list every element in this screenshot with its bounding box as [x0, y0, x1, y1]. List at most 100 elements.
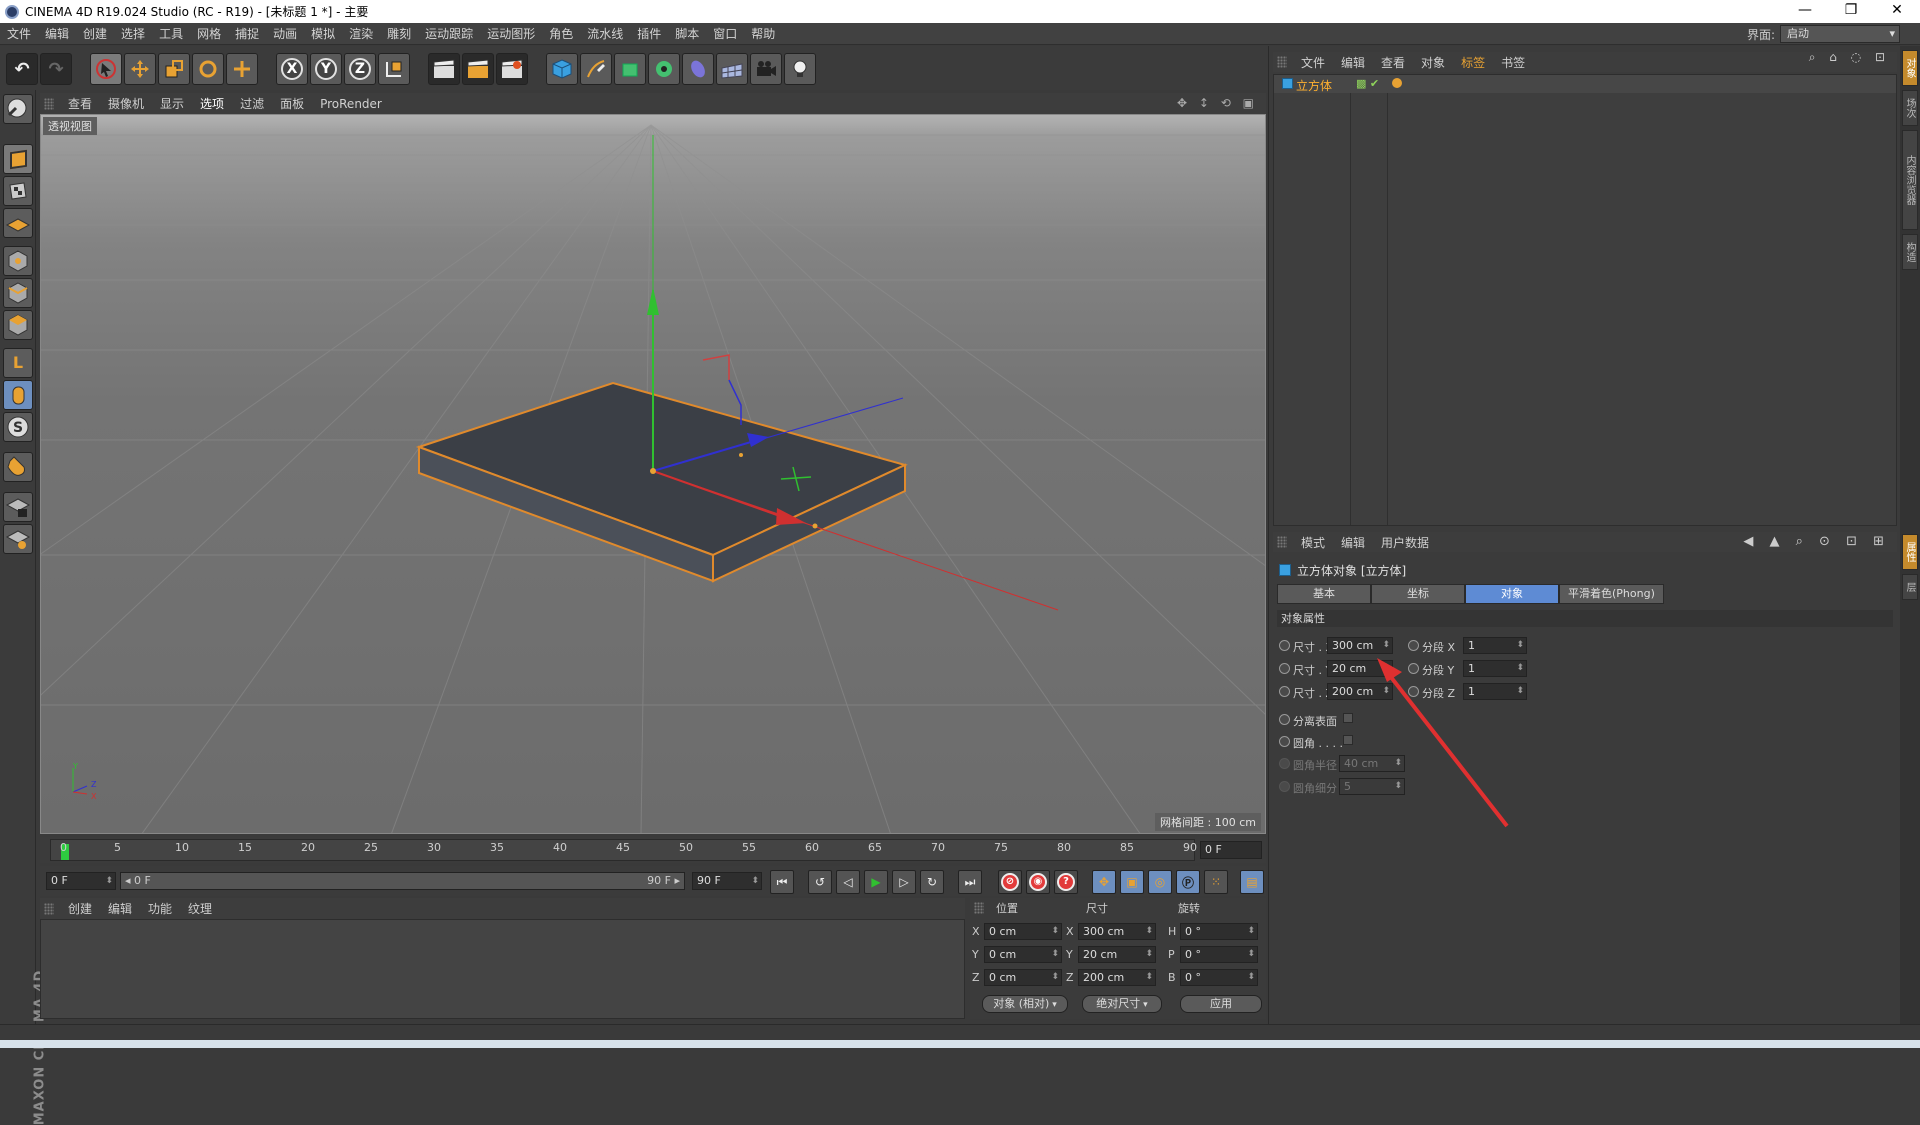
menu-plugins[interactable]: 插件: [630, 23, 668, 45]
object-row-cube[interactable]: 立方体 ▩ ✔: [1274, 75, 1896, 93]
position-z-field[interactable]: 0 cm: [984, 969, 1062, 986]
object-menu-file[interactable]: 文件: [1293, 54, 1333, 71]
side-tab-layers[interactable]: 层: [1902, 574, 1918, 600]
menu-pipeline[interactable]: 流水线: [580, 23, 630, 45]
apply-button[interactable]: 应用: [1180, 995, 1262, 1013]
tab-phong[interactable]: 平滑着色(Phong): [1559, 584, 1664, 604]
separate-surfaces-checkbox[interactable]: [1343, 713, 1353, 723]
floor-icon[interactable]: [716, 53, 748, 85]
menu-window[interactable]: 窗口: [706, 23, 744, 45]
side-tab-takes[interactable]: 场次: [1902, 90, 1918, 126]
side-tab-structure[interactable]: 构造: [1902, 234, 1918, 270]
object-visibility-toggles[interactable]: ▩ ✔: [1356, 77, 1379, 90]
menu-create[interactable]: 创建: [76, 23, 114, 45]
maximize-button[interactable]: ❐: [1828, 0, 1874, 23]
menu-mograph[interactable]: 运动图形: [480, 23, 542, 45]
viewport-menu-view[interactable]: 查看: [60, 95, 100, 112]
viewport-menu-prorender[interactable]: ProRender: [312, 97, 390, 111]
goto-end-button[interactable]: ⏭: [958, 870, 982, 894]
keyframe-selection-icon[interactable]: ?: [1054, 870, 1078, 894]
snap-icon[interactable]: S: [3, 412, 33, 442]
next-key-button[interactable]: ↻: [920, 870, 944, 894]
axis-z-lock-icon[interactable]: Z: [344, 53, 376, 85]
prev-key-button[interactable]: ↺: [808, 870, 832, 894]
attr-menu-edit[interactable]: 编辑: [1333, 534, 1373, 551]
panel-grip-icon[interactable]: [1277, 536, 1287, 548]
rotation-h-field[interactable]: 0 °: [1180, 923, 1258, 940]
live-selection-icon[interactable]: [90, 53, 122, 85]
panel-grip-icon[interactable]: [44, 97, 54, 110]
menu-select[interactable]: 选择: [114, 23, 152, 45]
model-mode-icon[interactable]: [3, 144, 33, 174]
workplane-axis-icon[interactable]: [3, 524, 33, 554]
cube-seg-z-field[interactable]: 1: [1463, 683, 1527, 700]
side-tab-content-browser[interactable]: 内容浏览器: [1902, 130, 1918, 230]
render-settings-icon[interactable]: [496, 53, 528, 85]
viewport-menu-options[interactable]: 选项: [192, 95, 232, 112]
key-pla-icon[interactable]: ⁙: [1204, 870, 1228, 894]
position-x-field[interactable]: 0 cm: [984, 923, 1062, 940]
menu-animate[interactable]: 动画: [266, 23, 304, 45]
magnet-icon[interactable]: [3, 452, 33, 482]
axis-y-lock-icon[interactable]: Y: [310, 53, 342, 85]
preview-range-slider[interactable]: ◂ 0 F 90 F ▸: [120, 872, 685, 890]
object-menu-bookmarks[interactable]: 书签: [1493, 54, 1533, 71]
menu-script[interactable]: 脚本: [668, 23, 706, 45]
rotation-p-field[interactable]: 0 °: [1180, 946, 1258, 963]
record-active-objects-icon[interactable]: ⊘: [998, 870, 1022, 894]
key-scale-icon[interactable]: ▣: [1120, 870, 1144, 894]
texture-mode-icon[interactable]: [3, 176, 33, 206]
size-mode-dropdown[interactable]: 绝对尺寸: [1082, 995, 1162, 1013]
layout-select[interactable]: 启动: [1780, 25, 1900, 43]
make-editable-icon[interactable]: [3, 94, 33, 124]
menu-tools[interactable]: 工具: [152, 23, 190, 45]
viewport-menu-cameras[interactable]: 摄像机: [100, 95, 152, 112]
start-frame-field[interactable]: 0 F: [46, 872, 116, 890]
fillet-checkbox[interactable]: [1343, 735, 1353, 745]
animate-fillet-radio[interactable]: [1279, 736, 1290, 747]
undo-icon[interactable]: ↶: [6, 53, 38, 85]
menu-file[interactable]: 文件: [0, 23, 38, 45]
position-y-field[interactable]: 0 cm: [984, 946, 1062, 963]
object-menu-view[interactable]: 查看: [1373, 54, 1413, 71]
animate-size-x-radio[interactable]: [1279, 640, 1290, 651]
axis-x-lock-icon[interactable]: X: [276, 53, 308, 85]
cube-size-x-field[interactable]: 300 cm: [1327, 637, 1393, 654]
cube-seg-x-field[interactable]: 1: [1463, 637, 1527, 654]
side-tab-objects[interactable]: 对象: [1902, 50, 1918, 86]
object-manager-toolbar-icons[interactable]: ⌕ ⌂ ◌ ⊡: [1809, 50, 1890, 65]
tweak-mode-icon[interactable]: [3, 380, 33, 410]
tab-object[interactable]: 对象: [1465, 584, 1559, 604]
timeline-ruler[interactable]: 0 5 10 15 20 25 30 35 40 45 50 55 60 65 …: [40, 837, 1266, 863]
size-z-field[interactable]: 200 cm: [1078, 969, 1156, 986]
prev-frame-button[interactable]: ◁: [836, 870, 860, 894]
render-view-icon[interactable]: [428, 53, 460, 85]
menu-help[interactable]: 帮助: [744, 23, 782, 45]
viewport-navigation-icons[interactable]: ✥ ↕ ⟲ ▣: [1177, 96, 1258, 110]
object-menu-objects[interactable]: 对象: [1413, 54, 1453, 71]
size-x-field[interactable]: 300 cm: [1078, 923, 1156, 940]
edges-mode-icon[interactable]: [3, 278, 33, 308]
enable-axis-icon[interactable]: L: [3, 348, 33, 378]
cloner-icon[interactable]: [648, 53, 680, 85]
animate-size-y-radio[interactable]: [1279, 663, 1290, 674]
material-menu-texture[interactable]: 纹理: [180, 900, 220, 917]
object-name[interactable]: 立方体: [1296, 77, 1332, 94]
viewport-menu-panel[interactable]: 面板: [272, 95, 312, 112]
scale-tool-icon[interactable]: [158, 53, 190, 85]
coordinate-system-icon[interactable]: [378, 53, 410, 85]
object-menu-tags[interactable]: 标签: [1453, 54, 1493, 71]
pen-spline-icon[interactable]: [580, 53, 612, 85]
close-button[interactable]: ✕: [1874, 0, 1920, 23]
panel-grip-icon[interactable]: [1277, 56, 1287, 68]
panel-grip-icon[interactable]: [974, 902, 984, 914]
cube-size-y-field[interactable]: 20 cm: [1327, 660, 1393, 677]
current-frame-field[interactable]: 0 F: [1200, 841, 1262, 859]
menu-motion-tracker[interactable]: 运动跟踪: [418, 23, 480, 45]
points-mode-icon[interactable]: [3, 246, 33, 276]
cube-seg-y-field[interactable]: 1: [1463, 660, 1527, 677]
workplane-lock-icon[interactable]: [3, 492, 33, 522]
camera-icon[interactable]: [750, 53, 782, 85]
material-menu-edit[interactable]: 编辑: [100, 900, 140, 917]
next-frame-button[interactable]: ▷: [892, 870, 916, 894]
